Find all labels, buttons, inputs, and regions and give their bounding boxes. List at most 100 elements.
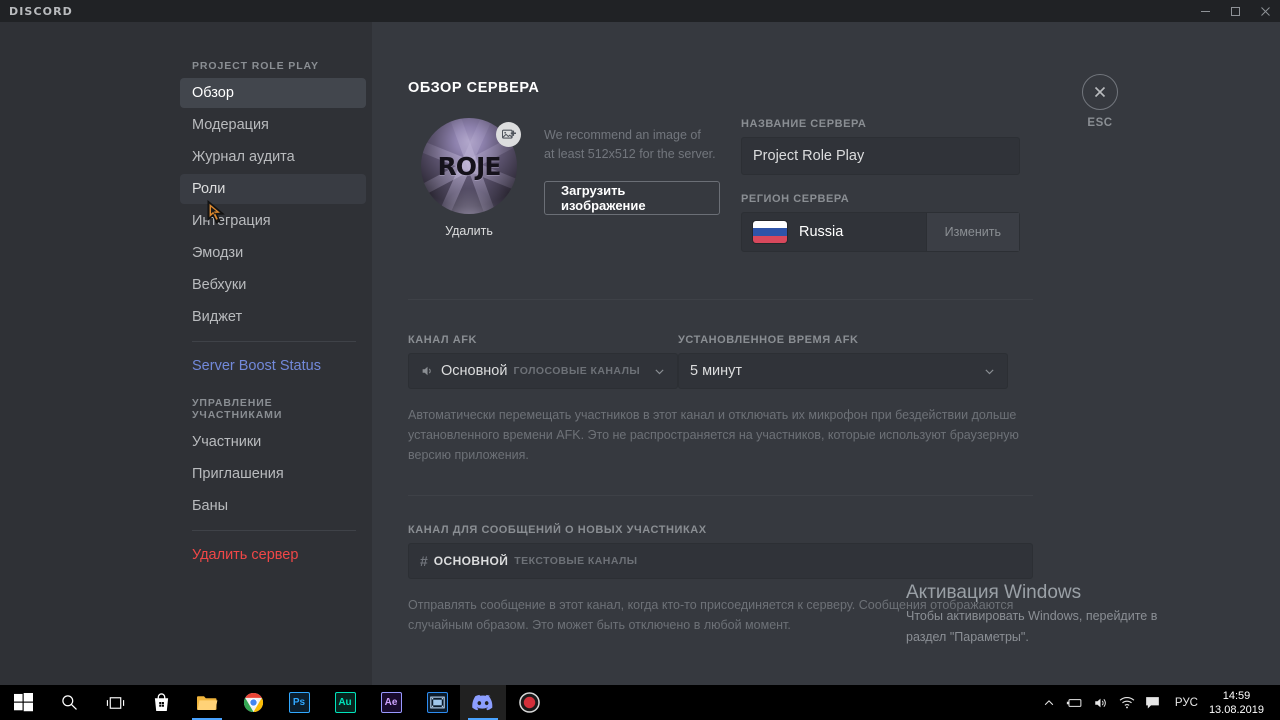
sidebar-item-label: Модерация — [192, 117, 269, 133]
action-center-icon[interactable] — [1140, 685, 1166, 720]
afk-channel-label: КАНАЛ AFK — [408, 334, 478, 346]
sidebar-item-widget[interactable]: Виджет — [180, 302, 366, 332]
system-tray: РУС 14:59 13.08.2019 — [1036, 685, 1280, 720]
sidebar-item-emoji[interactable]: Эмодзи — [180, 238, 366, 268]
clock[interactable]: 14:59 13.08.2019 — [1207, 689, 1272, 717]
afk-settings-row: КАНАЛ AFK Основной ГОЛОСОВЫЕ КАНАЛЫ УСТА… — [408, 334, 1038, 389]
server-name-input[interactable]: Project Role Play — [741, 137, 1020, 175]
discord-wordmark: DISCORD — [9, 4, 73, 18]
chrome-button[interactable] — [230, 685, 276, 720]
close-button[interactable] — [1250, 0, 1280, 22]
audition-button[interactable]: Au — [322, 685, 368, 720]
server-identity-row: ROJE Удалить We recommend an image of at… — [408, 118, 1038, 252]
sidebar-item-label: Вебхуки — [192, 277, 247, 293]
section-divider-1 — [408, 299, 1033, 300]
sidebar-item-server-boost-status[interactable]: Server Boost Status — [180, 351, 366, 381]
system-channel-label: КАНАЛ ДЛЯ СООБЩЕНИЙ О НОВЫХ УЧАСТНИКАХ — [408, 524, 707, 536]
task-view-button[interactable] — [92, 685, 138, 720]
minimize-button[interactable] — [1190, 0, 1220, 22]
sidebar-item-bans[interactable]: Баны — [180, 491, 366, 521]
afk-timeout-value: 5 минут — [690, 363, 743, 379]
sidebar-divider-1 — [192, 341, 356, 342]
window-controls — [1190, 0, 1280, 22]
obs-button[interactable] — [506, 685, 552, 720]
discord-server-settings-screen: DISCORD PROJECT ROLE PLAY Обзор Модераци… — [0, 0, 1280, 720]
discord-icon — [472, 694, 493, 711]
esc-label: ESC — [1087, 117, 1113, 129]
sidebar-item-delete-server[interactable]: Удалить сервер — [180, 540, 366, 570]
wifi-icon[interactable] — [1114, 685, 1140, 720]
chevron-up-icon[interactable] — [1036, 685, 1062, 720]
settings-sidebar: PROJECT ROLE PLAY Обзор Модерация Журнал… — [180, 60, 372, 685]
upload-column: We recommend an image of at least 512x51… — [530, 118, 720, 252]
sidebar-members-header: УПРАВЛЕНИЕ УЧАСТНИКАМИ — [192, 397, 283, 421]
discord-button[interactable] — [460, 685, 506, 720]
battery-icon[interactable] — [1062, 685, 1088, 720]
system-channel-select[interactable]: # ОСНОВНОЙ ТЕКСТОВЫЕ КАНАЛЫ — [408, 543, 1033, 579]
chevron-down-icon — [983, 365, 996, 378]
system-channel-category: ТЕКСТОВЫЕ КАНАЛЫ — [514, 555, 638, 567]
change-region-button[interactable]: Изменить — [925, 213, 1019, 251]
sidebar-item-label: Журнал аудита — [192, 149, 295, 165]
language-indicator[interactable]: РУС — [1166, 697, 1207, 709]
afk-channel-group: КАНАЛ AFK Основной ГОЛОСОВЫЕ КАНАЛЫ — [408, 334, 678, 389]
server-icon-column: ROJE Удалить — [408, 118, 530, 252]
after-effects-icon: Ae — [380, 692, 402, 713]
section-divider-2 — [408, 495, 1033, 496]
settings-container: PROJECT ROLE PLAY Обзор Модерация Журнал… — [0, 22, 1280, 685]
afk-channel-value: Основной — [441, 363, 508, 379]
sidebar-item-label: Виджет — [192, 309, 243, 325]
afk-timeout-group: УСТАНОВЛЕННОЕ ВРЕМЯ AFK 5 минут — [678, 334, 1008, 389]
system-channel-value: ОСНОВНОЙ — [433, 554, 509, 568]
speaker-icon — [420, 364, 434, 378]
server-icon-uploader[interactable]: ROJE — [421, 118, 521, 214]
file-explorer-button[interactable] — [184, 685, 230, 720]
mouse-cursor — [207, 199, 229, 231]
maximize-button[interactable] — [1220, 0, 1250, 22]
volume-icon[interactable] — [1088, 685, 1114, 720]
sidebar-item-label: Server Boost Status — [192, 358, 321, 374]
window-titlebar: DISCORD — [0, 0, 1280, 22]
close-settings-control[interactable]: ESC — [1070, 74, 1130, 129]
close-icon[interactable] — [1082, 74, 1118, 110]
sidebar-item-label: Приглашения — [192, 466, 284, 482]
sidebar-item-label: Эмодзи — [192, 245, 244, 261]
page-title: ОБЗОР СЕРВЕРА — [408, 80, 540, 96]
server-overview-panel: ОБЗОР СЕРВЕРА ROJE Удалить We recommend … — [408, 80, 1038, 635]
add-image-icon[interactable] — [496, 122, 521, 147]
sidebar-item-label: Интеграция — [192, 213, 271, 229]
sidebar-item-moderation[interactable]: Модерация — [180, 110, 366, 140]
sidebar-divider-2 — [192, 530, 356, 531]
audition-icon: Au — [334, 692, 356, 713]
microsoft-store-button[interactable] — [138, 685, 184, 720]
premiere-button[interactable] — [414, 685, 460, 720]
afk-timeout-select[interactable]: 5 минут — [678, 353, 1008, 389]
afk-channel-select[interactable]: Основной ГОЛОСОВЫЕ КАНАЛЫ — [408, 353, 678, 389]
sidebar-item-webhooks[interactable]: Вебхуки — [180, 270, 366, 300]
afk-help-text: Автоматически перемещать участников в эт… — [408, 408, 1019, 462]
sidebar-item-label: Роли — [192, 181, 226, 197]
search-button[interactable] — [46, 685, 92, 720]
clock-time: 14:59 — [1222, 689, 1251, 702]
sidebar-item-label: Удалить сервер — [192, 547, 299, 563]
upload-image-button[interactable]: Загрузить изображение — [544, 181, 720, 215]
sidebar-item-members[interactable]: Участники — [180, 427, 366, 457]
start-button[interactable] — [0, 685, 46, 720]
windows-taskbar: Ps Au Ae РУС 14:59 13.08.2019 — [0, 685, 1280, 720]
settings-sidebar-region: PROJECT ROLE PLAY Обзор Модерация Журнал… — [0, 22, 372, 685]
sidebar-server-header: PROJECT ROLE PLAY — [192, 60, 319, 72]
sidebar-item-label: Баны — [192, 498, 229, 514]
server-region-field[interactable]: Russia Изменить — [741, 212, 1020, 252]
sidebar-item-overview[interactable]: Обзор — [180, 78, 366, 108]
photoshop-button[interactable]: Ps — [276, 685, 322, 720]
remove-icon-button[interactable]: Удалить — [445, 224, 493, 238]
sidebar-item-invites[interactable]: Приглашения — [180, 459, 366, 489]
sidebar-item-audit-log[interactable]: Журнал аудита — [180, 142, 366, 172]
afk-channel-category: ГОЛОСОВЫЕ КАНАЛЫ — [513, 365, 641, 377]
obs-icon — [518, 692, 540, 713]
sidebar-item-label: Участники — [192, 434, 262, 450]
after-effects-button[interactable]: Ae — [368, 685, 414, 720]
afk-timeout-label: УСТАНОВЛЕННОЕ ВРЕМЯ AFK — [678, 334, 859, 346]
upload-recommend-line1: We recommend an image of — [544, 128, 701, 142]
photoshop-icon: Ps — [288, 692, 310, 713]
